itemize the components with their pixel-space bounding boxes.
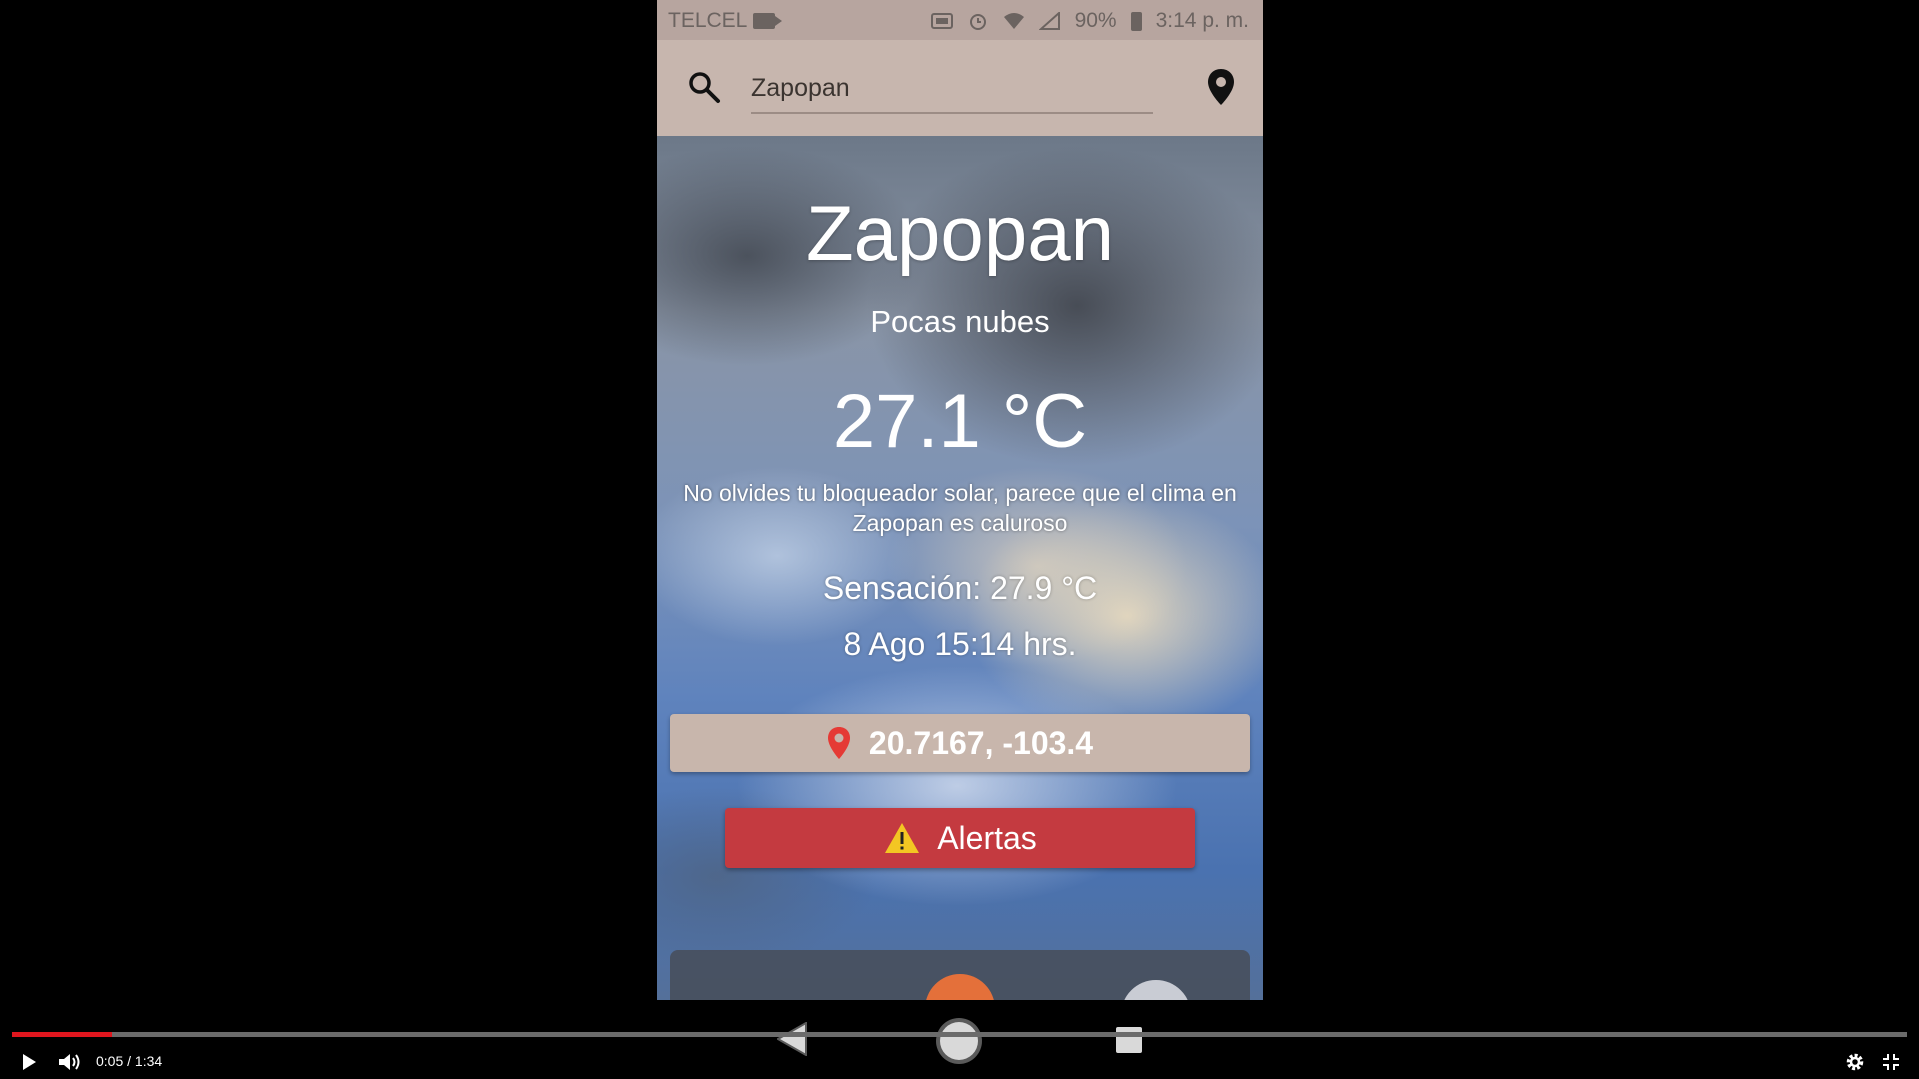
city-name: Zapopan [806, 189, 1114, 277]
video-progress-fill [12, 1032, 113, 1037]
map-pin-icon [827, 727, 850, 759]
coordinates-button[interactable]: 20.7167, -103.4 [670, 714, 1250, 772]
search-bar [657, 40, 1263, 136]
weather-description: Pocas nubes [870, 304, 1050, 339]
carrier-label: TELCEL [668, 9, 783, 33]
volume-icon[interactable] [58, 1052, 84, 1072]
search-icon[interactable] [687, 70, 721, 104]
battery-icon [1130, 11, 1142, 31]
location-pin-icon[interactable] [1207, 68, 1235, 106]
warning-icon [885, 823, 920, 853]
alerts-label: Alertas [937, 819, 1037, 856]
settings-gear-icon[interactable] [1845, 1052, 1865, 1072]
phone-screen: TELCEL 90% 3:14 p. m. Zapopan Pocas nube… [657, 0, 1263, 1000]
alarm-icon [969, 14, 986, 30]
video-progress-bar[interactable] [12, 1032, 1907, 1037]
video-controls: 0:05 / 1:34 [0, 1044, 1919, 1079]
search-input[interactable] [751, 70, 1153, 114]
coordinates-label: 20.7167, -103.4 [868, 724, 1094, 761]
play-icon[interactable] [20, 1053, 38, 1071]
weather-tip: No olvides tu bloqueador solar, parece q… [683, 480, 1237, 536]
wifi-icon [1003, 13, 1024, 29]
date-time: 8 Ago 15:14 hrs. [843, 626, 1077, 662]
clock: 3:14 p. m. [1155, 9, 1249, 32]
video-time: 0:05 / 1:34 [96, 1053, 163, 1069]
temperature: 27.1 °C [832, 379, 1088, 464]
battery-percent: 90% [1074, 9, 1117, 32]
alerts-button[interactable]: Alertas [725, 808, 1195, 868]
status-icons: 90% 3:14 p. m. [930, 9, 1249, 33]
status-bar: TELCEL 90% 3:14 p. m. [657, 0, 1263, 40]
exit-fullscreen-icon[interactable] [1882, 1053, 1900, 1071]
feels-like: Sensación: 27.9 °C [822, 570, 1098, 606]
signal-icon [1038, 12, 1060, 30]
video-camera-icon [753, 13, 783, 29]
cast-icon [930, 13, 953, 29]
